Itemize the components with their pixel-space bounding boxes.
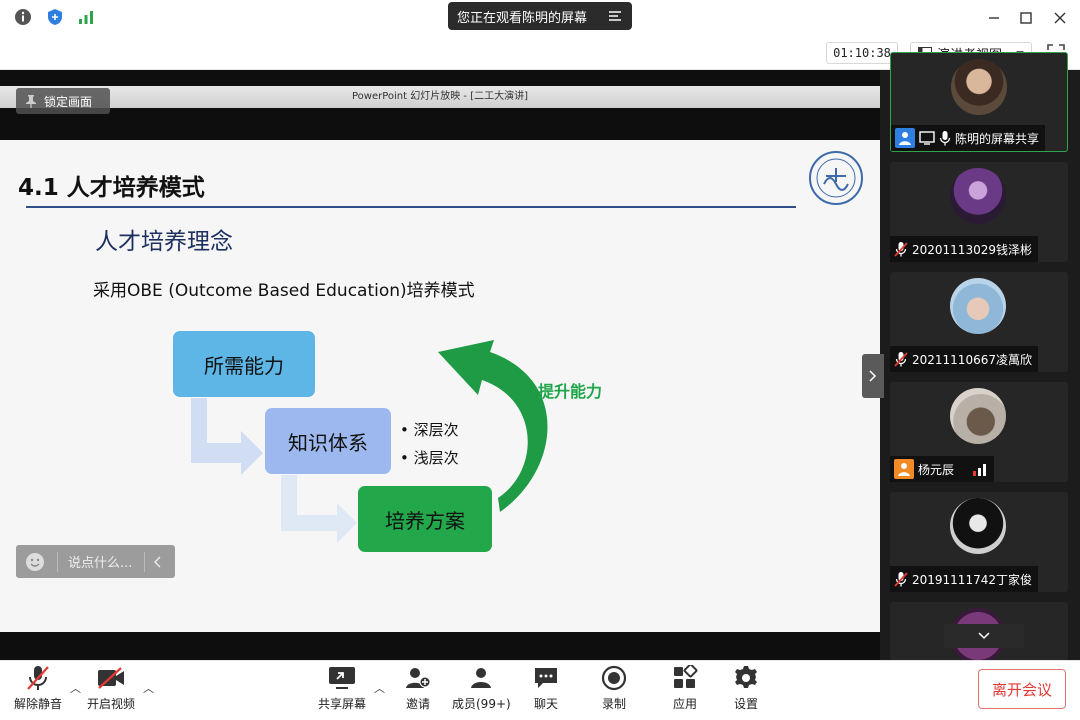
mic-muted-icon <box>894 352 908 367</box>
chat-input-bar[interactable]: 说点什么... <box>16 545 175 578</box>
participant-tile[interactable]: 杨元辰 <box>890 382 1068 482</box>
participant-name: 20191111742丁家俊 <box>912 572 1032 587</box>
members-button[interactable]: 成员(99+) <box>452 664 511 712</box>
participant-tile[interactable]: 20191111742丁家俊 <box>890 492 1068 592</box>
apps-button[interactable]: 应用 <box>670 664 700 712</box>
participant-name: 陈明的屏幕共享 <box>955 131 1040 146</box>
start-video-label: 开启视频 <box>87 697 136 711</box>
improve-ability-label: 提升能力 <box>538 382 603 401</box>
invite-label: 邀请 <box>405 697 430 711</box>
unmute-button[interactable]: 解除静音 <box>14 664 62 712</box>
add-user-icon <box>406 668 431 688</box>
mic-muted-icon <box>894 242 908 257</box>
participant-name-tag: 20211110667凌萬欣 <box>890 346 1038 372</box>
avatar <box>950 498 1006 554</box>
emoji-icon[interactable] <box>25 552 45 572</box>
audio-options-caret[interactable]: ︿ <box>70 680 81 696</box>
participant-tile[interactable]: 20211110667凌萬欣 <box>890 272 1068 372</box>
diagram-box-knowledge-system: 知识体系 <box>265 408 391 474</box>
share-screen-label: 共享屏幕 <box>318 697 367 711</box>
participant-name-tag: 20191111742丁家俊 <box>890 566 1038 592</box>
maximize-icon[interactable] <box>1017 9 1035 27</box>
close-icon[interactable] <box>1051 9 1069 27</box>
bullet-deep: • 深层次 <box>400 421 459 439</box>
diagram-box-training-plan: 培养方案 <box>358 486 492 552</box>
mic-muted-icon <box>27 666 49 690</box>
chevron-left-icon[interactable] <box>153 556 163 568</box>
diagram-box-required-ability: 所需能力 <box>173 331 315 397</box>
record-button[interactable]: 录制 <box>599 664 629 712</box>
minimize-icon[interactable] <box>985 9 1003 27</box>
bullet-shallow: • 浅层次 <box>400 449 459 467</box>
screen-share-icon <box>919 131 935 145</box>
participant-name: 杨元辰 <box>918 462 955 477</box>
apps-icon <box>674 665 698 688</box>
leave-meeting-button[interactable]: 离开会议 <box>978 669 1066 709</box>
presenter-icon <box>895 128 915 148</box>
chevron-down-icon <box>978 632 990 640</box>
video-off-icon <box>98 667 124 689</box>
avatar <box>950 388 1006 444</box>
participant-name: 20201113029钱泽彬 <box>912 242 1032 257</box>
gear-icon <box>735 666 757 688</box>
chat-placeholder[interactable]: 说点什么... <box>68 552 132 571</box>
chat-button[interactable]: 聊天 <box>531 664 561 712</box>
share-options-caret[interactable]: ︿ <box>374 680 385 696</box>
unmute-label: 解除静音 <box>14 697 63 711</box>
share-screen-icon <box>329 667 355 689</box>
chat-icon <box>535 668 557 688</box>
collapse-panel-button[interactable] <box>862 354 884 398</box>
record-icon <box>601 665 627 691</box>
avatar <box>950 278 1006 334</box>
share-screen-button[interactable]: 共享屏幕 <box>318 664 366 712</box>
signal-strength-icon <box>973 464 987 476</box>
chat-divider <box>144 551 146 572</box>
avatar <box>950 168 1006 224</box>
participant-tile[interactable]: 陈明的屏幕共享 <box>890 52 1068 152</box>
chat-label: 聊天 <box>533 697 558 711</box>
video-options-caret[interactable]: ︿ <box>143 680 154 696</box>
members-icon <box>471 668 492 688</box>
apps-label: 应用 <box>672 697 697 711</box>
participant-tile[interactable]: 20201113029钱泽彬 <box>890 162 1068 262</box>
participant-name: 20211110667凌萬欣 <box>912 352 1032 367</box>
participant-name-tag: 杨元辰 <box>890 456 995 482</box>
scroll-down-button[interactable] <box>944 624 1024 648</box>
avatar <box>951 59 1007 115</box>
invite-button[interactable]: 邀请 <box>403 664 433 712</box>
settings-button[interactable]: 设置 <box>731 664 761 712</box>
person-icon <box>894 459 914 479</box>
members-label: 成员(99+) <box>452 697 511 711</box>
record-label: 录制 <box>601 697 626 711</box>
participant-name-tag: 20201113029钱泽彬 <box>890 236 1038 262</box>
start-video-button[interactable]: 开启视频 <box>87 664 135 712</box>
microphone-icon <box>939 131 951 146</box>
chat-divider <box>57 551 58 572</box>
mic-muted-icon <box>894 572 908 587</box>
chevron-right-icon <box>869 370 877 382</box>
settings-label: 设置 <box>733 697 758 711</box>
participant-name-tag: 陈明的屏幕共享 <box>891 125 1046 151</box>
